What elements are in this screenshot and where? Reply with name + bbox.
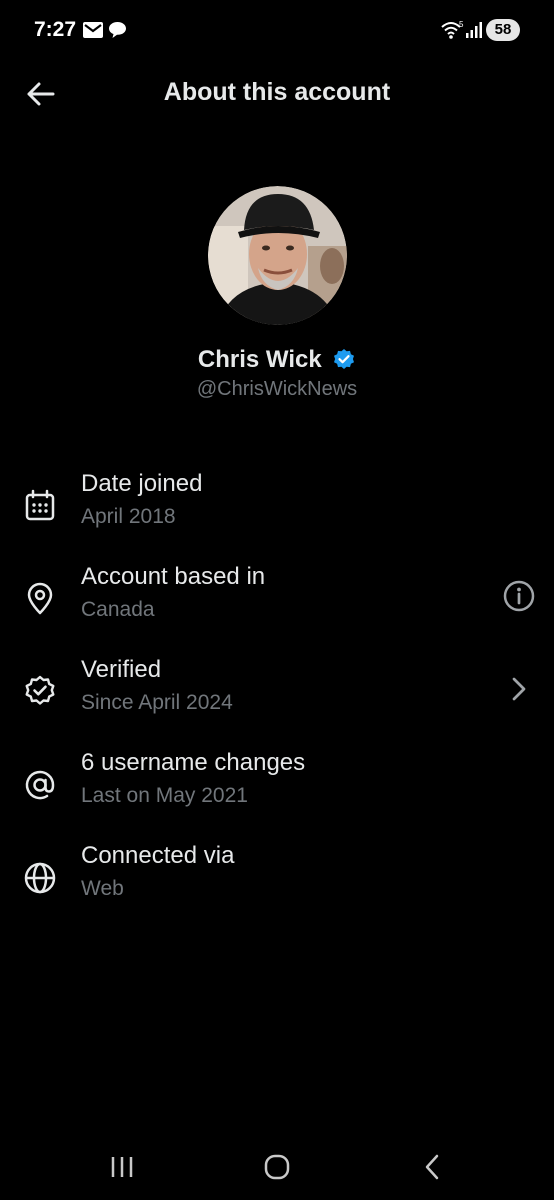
- header: About this account: [0, 62, 554, 126]
- row-title: 6 username changes: [81, 749, 306, 776]
- battery-indicator: 58: [486, 19, 520, 41]
- wifi-icon: 5: [441, 20, 464, 39]
- recent-apps-icon[interactable]: [102, 1150, 142, 1184]
- info-icon[interactable]: [500, 577, 538, 615]
- row-title: Connected via: [81, 842, 235, 869]
- location-pin-icon: [27, 582, 53, 615]
- page-title: About this account: [163, 78, 391, 106]
- chat-bubble-icon: [109, 22, 126, 38]
- signal-icon: [466, 22, 482, 38]
- chevron-right-icon[interactable]: [500, 670, 538, 708]
- avatar[interactable]: [208, 186, 347, 325]
- row-subtitle: Last on May 2021: [81, 784, 248, 807]
- home-icon[interactable]: [257, 1150, 297, 1184]
- system-nav-bar: [0, 1130, 554, 1200]
- status-bar: 7:27 5 58: [0, 0, 554, 62]
- svg-text:5: 5: [459, 20, 464, 29]
- calendar-icon: [25, 489, 55, 521]
- info-row-connected-via: Connected via Web: [0, 842, 554, 922]
- row-title: Account based in: [81, 563, 266, 590]
- info-row-username-changes: 6 username changes Last on May 2021: [0, 749, 554, 829]
- verified-badge-icon: [334, 349, 355, 369]
- row-subtitle: April 2018: [81, 505, 176, 528]
- verified-badge-outline-icon: [25, 675, 55, 705]
- profile-handle: @ChrisWickNews: [196, 378, 358, 400]
- row-subtitle: Web: [81, 877, 124, 900]
- row-title: Date joined: [81, 470, 203, 497]
- info-row-verified[interactable]: Verified Since April 2024: [0, 656, 554, 736]
- row-subtitle: Canada: [81, 598, 155, 621]
- at-sign-icon: [25, 770, 55, 800]
- info-row-account-based-in: Account based in Canada: [0, 563, 554, 643]
- info-row-date-joined: Date joined April 2018: [0, 470, 554, 550]
- back-icon[interactable]: [413, 1150, 453, 1184]
- row-title: Verified: [81, 656, 162, 683]
- profile-name-row: Chris Wick: [0, 346, 554, 374]
- mail-icon: [83, 22, 103, 38]
- status-time: 7:27: [34, 18, 77, 41]
- row-subtitle: Since April 2024: [81, 691, 233, 714]
- profile-name: Chris Wick: [197, 346, 322, 373]
- globe-icon: [24, 862, 56, 894]
